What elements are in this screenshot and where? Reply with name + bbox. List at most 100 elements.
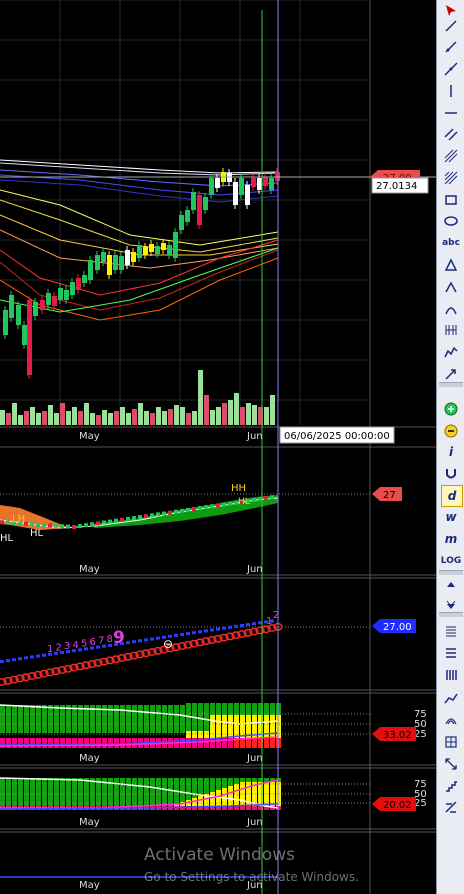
volume-bar-40 [240, 407, 245, 425]
volume-bars [0, 370, 275, 425]
trend-candle-8 [48, 523, 52, 528]
arc-icon[interactable] [441, 299, 461, 319]
trend-candle-29 [174, 509, 178, 514]
weekly-interval-icon[interactable]: w [441, 507, 461, 527]
arrow-pen-icon[interactable] [441, 364, 461, 384]
osc1-bar-green-3 [18, 705, 23, 733]
osc2-bar-yellow-36 [216, 790, 221, 808]
extended-line-icon[interactable] [441, 59, 461, 79]
split-layout-icon[interactable] [441, 643, 461, 663]
osc1-bar-green-1 [6, 705, 11, 733]
count-panel[interactable]: 12345678 9 1 2 ⊖ [0, 610, 370, 686]
count-dot-23 [138, 639, 142, 643]
monthly-interval-icon[interactable]: m [441, 529, 461, 549]
osc2-bar-green-30 [180, 778, 185, 802]
zoom-out-icon[interactable] [441, 421, 461, 441]
trend-x-label-may: May [79, 564, 100, 575]
osc1-bar-green-41 [246, 703, 251, 715]
info-icon[interactable]: i [441, 442, 461, 462]
count-dot-22 [132, 640, 136, 644]
table-icon[interactable] [441, 732, 461, 752]
magnet-icon[interactable] [441, 464, 461, 484]
trend-candle-24 [144, 514, 148, 519]
osc1-bar-green-25 [150, 705, 155, 733]
osc1-bar-green-23 [138, 705, 143, 733]
volume-bar-23 [138, 403, 143, 425]
chart-canvas[interactable]: HH HL LH HL HL 12345678 9 1 2 ⊖ May Jun … [0, 0, 436, 894]
osc2-bar-yellow-40 [240, 782, 245, 808]
volume-bar-24 [144, 411, 149, 425]
osc1-bar-red-18 [108, 738, 113, 748]
triangle-icon[interactable] [441, 255, 461, 275]
bars-icon[interactable] [441, 665, 461, 685]
osc2-x-label-jun: Jun [246, 817, 263, 828]
candle-10 [64, 290, 69, 300]
monthly-interval-label: m [444, 532, 458, 546]
pitchfork-icon[interactable] [441, 146, 461, 166]
trend-marker-hl: HL [238, 497, 250, 507]
oscillator-1-panel[interactable] [0, 703, 370, 748]
wave-icon[interactable] [441, 342, 461, 362]
text-icon[interactable]: abc [441, 233, 461, 253]
expand-icon[interactable] [441, 754, 461, 774]
trend-panel[interactable]: HH HL LH HL HL [0, 483, 370, 544]
horizontal-line-icon[interactable] [441, 103, 461, 123]
osc1-bar-green-28 [168, 705, 173, 733]
log-scale-icon[interactable]: LOG [441, 551, 461, 571]
vertical-line-icon[interactable] [441, 81, 461, 101]
stairs-icon[interactable] [441, 776, 461, 796]
osc1-bar-green-7 [42, 705, 47, 733]
list-icon[interactable] [441, 621, 461, 641]
count-dot-36 [216, 627, 220, 631]
daily-interval-label: d [447, 489, 457, 503]
circle-icon[interactable] [441, 277, 461, 297]
candle-35 [215, 178, 220, 188]
osc1-bar-green-39 [234, 703, 239, 715]
volume-bar-41 [246, 403, 251, 425]
grid-fan-icon[interactable] [441, 168, 461, 188]
volume-bar-20 [120, 407, 125, 425]
volume-bar-35 [210, 410, 215, 425]
ray-icon[interactable] [441, 37, 461, 57]
trend-candle-9 [54, 523, 58, 528]
oscillator-2-panel[interactable] [0, 777, 370, 810]
candles-icon[interactable] [441, 688, 461, 708]
count-dot-24 [144, 638, 148, 642]
parallel-lines-icon[interactable] [441, 124, 461, 144]
trend-candle-22 [132, 516, 136, 520]
osc2-bar-green-38 [228, 778, 233, 786]
osc1-bar-green-6 [36, 705, 41, 733]
trend-candle-20 [120, 517, 124, 522]
daily-interval-icon[interactable]: d [441, 485, 463, 507]
arch-icon[interactable] [441, 710, 461, 730]
trend-candle-25 [150, 513, 154, 518]
oscillator-1-bars [0, 703, 281, 748]
main-x-label-jun: Jun [246, 431, 263, 442]
count-dot-5 [30, 655, 34, 659]
scroll-up-icon[interactable] [441, 575, 461, 595]
candle-16 [101, 252, 106, 262]
volume-bar-15 [90, 413, 95, 425]
trend-cloud-orange [0, 505, 70, 530]
count-dot-38 [228, 625, 232, 629]
volume-bar-31 [186, 413, 191, 425]
ellipse-icon[interactable] [441, 211, 461, 231]
volume-bar-39 [234, 393, 239, 425]
trendline-icon[interactable] [441, 16, 461, 36]
candle-21 [131, 252, 136, 262]
osc1-bar-red-17 [102, 738, 107, 748]
fibonacci-timezone-icon[interactable] [441, 320, 461, 340]
osc1-bar-green-29 [174, 705, 179, 733]
count-price-tag: 27.00 [372, 619, 416, 633]
trend-candle-33 [198, 506, 202, 511]
rectangle-icon[interactable] [441, 190, 461, 210]
osc2-bar-green-41 [246, 778, 251, 782]
settings-icon[interactable] [441, 797, 461, 817]
osc2-bar-green-40 [240, 778, 245, 782]
volume-bar-0 [0, 410, 5, 425]
count-dot-7 [42, 653, 46, 657]
zoom-in-icon[interactable] [441, 399, 461, 419]
count-dot-26 [156, 636, 160, 640]
osc2-bar-green-39 [234, 778, 239, 784]
osc1-bar-green-33 [198, 703, 203, 731]
